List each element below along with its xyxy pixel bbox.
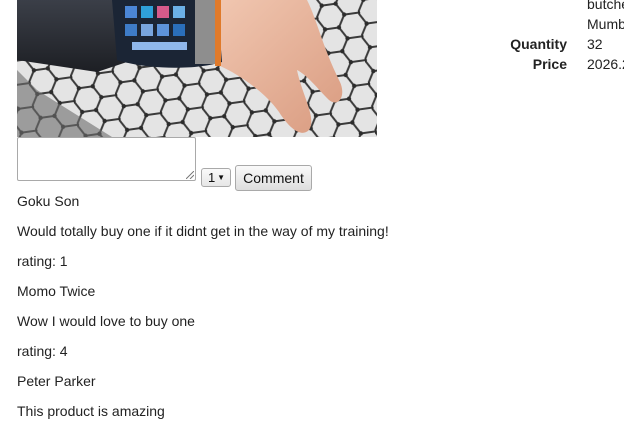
seller-value: butche xyxy=(587,0,624,12)
review-author: Peter Parker xyxy=(17,373,96,389)
quantity-label: Quantity xyxy=(510,36,567,52)
price-label: Price xyxy=(532,56,567,72)
price-value: 2026.2 xyxy=(587,56,624,72)
rating-select-value: 1 xyxy=(208,170,216,185)
review-text: Wow I would love to buy one xyxy=(17,313,195,329)
review-author: Momo Twice xyxy=(17,283,96,299)
review-author: Goku Son xyxy=(17,193,80,209)
comment-textarea[interactable] xyxy=(17,137,196,181)
comment-button[interactable]: Comment xyxy=(235,165,312,191)
chevron-down-icon: ▼ xyxy=(217,173,225,182)
product-image xyxy=(17,0,377,137)
review-text: This product is amazing xyxy=(17,403,165,419)
review-text: Would totally buy one if it didnt get in… xyxy=(17,223,389,239)
review-rating: rating: 4 xyxy=(17,343,68,359)
location-value: Mumb xyxy=(587,16,624,32)
quantity-value: 32 xyxy=(587,36,603,52)
rating-select[interactable]: 1 ▼ xyxy=(201,168,231,187)
resize-grip-icon[interactable] xyxy=(186,171,194,179)
review-rating: rating: 1 xyxy=(17,253,68,269)
